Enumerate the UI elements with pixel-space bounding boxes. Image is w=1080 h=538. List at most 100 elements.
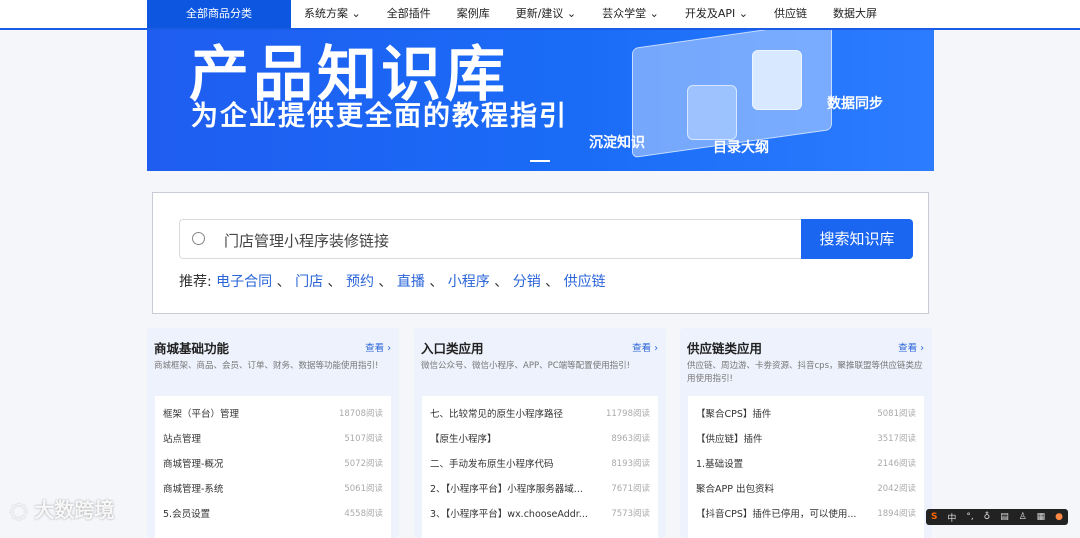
illustration-chart [687, 85, 737, 140]
category-card: 供应链类应用 查看 › 供应链、周边游、卡劵资源、抖音cps，聚推联盟等供应链类应用… [680, 328, 932, 538]
article-row[interactable]: 站点管理 5107阅读 [155, 427, 391, 452]
tag-link[interactable]: 门店 [295, 274, 323, 290]
search-input[interactable]: 门店管理小程序装修链接 [179, 219, 802, 259]
read-count: 11798阅读 [605, 409, 650, 419]
read-count: 7671阅读 [611, 484, 650, 494]
nav-item[interactable]: 全部插件 [387, 0, 431, 28]
article-list: 框架（平台）管理 18708阅读 站点管理 5107阅读 商城管理-概况 5072阅读 商城… [155, 396, 391, 538]
article-title: 【聚合CPS】插件 [696, 409, 772, 420]
read-count: 3517阅读 [877, 434, 916, 444]
category-card: 入口类应用 查看 › 微信公众号、微信小程序、APP、PC端等配置使用指引! 七、比较… [414, 328, 666, 538]
card-description: 供应链、周边游、卡劵资源、抖音cps，聚推联盟等供应链类应用使用指引! [687, 361, 923, 384]
article-row[interactable]: 1.基础设置 2146阅读 [688, 452, 924, 477]
article-title: 3、【小程序平台】wx.chooseAddr... [430, 509, 588, 520]
top-nav: 全部商品分类 系统方案 ⌄ 全部插件 案例库 更新/建议 ⌄ 芸众学堂 ⌄ 开发… [0, 0, 1080, 30]
read-count: 7573阅读 [611, 509, 650, 519]
tag-link[interactable]: 供应链 [564, 274, 606, 290]
nav-item[interactable]: 更新/建议 ⌄ [516, 0, 576, 28]
ime-lang-toggle[interactable]: 中 [947, 511, 956, 524]
nav-item[interactable]: 开发及API ⌄ [685, 0, 748, 28]
skin-icon[interactable]: ♙ [1019, 512, 1027, 522]
tag-link[interactable]: 小程序 [448, 274, 490, 290]
article-title: 【供应链】插件 [696, 434, 763, 445]
article-row[interactable]: 【原生小程序】 8963阅读 [422, 427, 658, 452]
recommend-tags: 推荐: 电子合同 、 门店 、 预约 、 直播 、 小程序 、 分销 、 供应链 [179, 274, 606, 290]
punctuation-icon[interactable]: °, [966, 512, 973, 522]
article-title: 商城管理-概况 [163, 459, 224, 470]
article-title: 站点管理 [163, 434, 202, 445]
banner-subtitle: 为企业提供更全面的教程指引 [191, 101, 568, 132]
carousel-indicator[interactable] [530, 160, 550, 162]
microphone-icon[interactable]: ♁ [984, 512, 991, 522]
article-title: 1.基础设置 [696, 459, 744, 470]
keyboard-icon[interactable]: ▤ [1000, 512, 1009, 522]
read-count: 8193阅读 [611, 459, 650, 469]
view-more-link[interactable]: 查看 › [632, 340, 658, 354]
article-title: 2、【小程序平台】小程序服务器域... [430, 484, 583, 495]
read-count: 5061阅读 [344, 484, 383, 494]
read-count: 2146阅读 [877, 459, 916, 469]
tag-link[interactable]: 直播 [397, 274, 425, 290]
article-row[interactable]: 3、【小程序平台】wx.chooseAddr... 7573阅读 [422, 502, 658, 527]
article-title: 5.会员设置 [163, 509, 211, 520]
read-count: 5072阅读 [344, 459, 383, 469]
watermark-logo: ◌ 大数跨境 [10, 498, 115, 522]
article-title: 【原生小程序】 [430, 434, 497, 445]
article-list: 七、比较常见的原生小程序路径 11798阅读【原生小程序】 8963阅读二、手动发布… [422, 396, 658, 538]
illustration-card [752, 50, 802, 110]
nav-item[interactable]: 供应链 [774, 0, 807, 28]
article-row[interactable]: 2、【小程序平台】小程序服务器域... 7671阅读 [422, 477, 658, 502]
article-row[interactable]: 聚合APP 出包资料 2042阅读 [688, 477, 924, 502]
search-input-value: 门店管理小程序装修链接 [224, 232, 390, 250]
ime-toolbar[interactable]: S 中 °, ♁ ▤ ♙ ▦ ● [926, 509, 1068, 525]
read-count: 4558阅读 [344, 509, 383, 519]
ime-logo-icon[interactable]: S [931, 512, 937, 522]
banner-label: 沉淀知识 [589, 135, 645, 151]
recommend-label: 推荐: [179, 274, 212, 290]
tag-link[interactable]: 分销 [513, 274, 541, 290]
article-title: 七、比较常见的原生小程序路径 [430, 409, 564, 420]
all-categories-button[interactable]: 全部商品分类 [147, 0, 291, 28]
read-count: 5081阅读 [877, 409, 916, 419]
card-description: 微信公众号、微信小程序、APP、PC端等配置使用指引! [421, 361, 631, 371]
article-title: 二、手动发布原生小程序代码 [430, 459, 554, 470]
article-title: 聚合APP 出包资料 [696, 484, 774, 495]
nav-item[interactable]: 系统方案 ⌄ [304, 0, 361, 28]
article-row[interactable]: 二、手动发布原生小程序代码 8193阅读 [422, 452, 658, 477]
hero-banner[interactable]: 产品知识库 为企业提供更全面的教程指引 沉淀知识 目录大纲 数据同步 [147, 30, 934, 171]
banner-label: 数据同步 [827, 96, 883, 112]
search-card: 门店管理小程序装修链接 搜索知识库 推荐: 电子合同 、 门店 、 预约 、 直… [152, 192, 929, 314]
read-count: 8963阅读 [611, 434, 650, 444]
nav-item[interactable]: 案例库 [457, 0, 490, 28]
article-row[interactable]: 【聚合CPS】插件 5081阅读 [688, 402, 924, 427]
apps-icon[interactable]: ▦ [1037, 512, 1046, 522]
article-row[interactable]: 【抖音CPS】插件已停用，可以使用... 1894阅读 [688, 502, 924, 527]
article-title: 框架（平台）管理 [163, 409, 240, 420]
article-title: 【抖音CPS】插件已停用，可以使用... [696, 509, 857, 520]
card-title: 商城基础功能 [154, 341, 230, 356]
tag-link[interactable]: 电子合同 [216, 274, 272, 290]
avatar-icon[interactable]: ● [1055, 512, 1063, 522]
tag-link[interactable]: 预约 [346, 274, 374, 290]
search-button[interactable]: 搜索知识库 [801, 219, 913, 259]
article-row[interactable]: 框架（平台）管理 18708阅读 [155, 402, 391, 427]
article-row[interactable]: 【供应链】插件 3517阅读 [688, 427, 924, 452]
article-list: 【聚合CPS】插件 5081阅读【供应链】插件 3517阅读 1.基础设置 2146阅读… [688, 396, 924, 538]
article-row[interactable]: 5.会员设置 4558阅读 [155, 502, 391, 527]
article-row[interactable]: 七、比较常见的原生小程序路径 11798阅读 [422, 402, 658, 427]
article-title: 商城管理-系统 [163, 484, 224, 495]
card-description: 商城框架、商品、会员、订单、财务、数据等功能使用指引! [154, 361, 379, 371]
category-card: 商城基础功能 查看 › 商城框架、商品、会员、订单、财务、数据等功能使用指引! 框架（… [147, 328, 399, 538]
read-count: 5107阅读 [344, 434, 383, 444]
nav-item[interactable]: 数据大屏 [833, 0, 877, 28]
article-row[interactable]: 商城管理-概况 5072阅读 [155, 452, 391, 477]
read-count: 18708阅读 [338, 409, 383, 419]
card-title: 入口类应用 [421, 341, 484, 356]
article-row[interactable]: 商城管理-系统 5061阅读 [155, 477, 391, 502]
nav-item[interactable]: 芸众学堂 ⌄ [602, 0, 659, 28]
view-more-link[interactable]: 查看 › [898, 340, 924, 354]
card-title: 供应链类应用 [687, 341, 763, 356]
search-icon [192, 232, 205, 245]
view-more-link[interactable]: 查看 › [365, 340, 391, 354]
read-count: 2042阅读 [877, 484, 916, 494]
